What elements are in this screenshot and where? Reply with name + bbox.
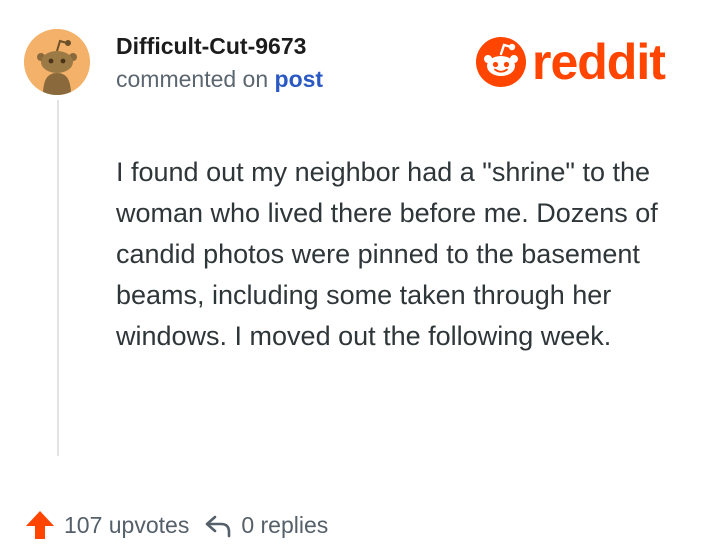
comment-body: I found out my neighbor had a "shrine" t…: [116, 157, 658, 351]
reply-count[interactable]: 0 replies: [241, 512, 328, 539]
snoo-avatar-icon: [24, 29, 90, 95]
comment-author[interactable]: Difficult-Cut-9673: [116, 33, 306, 60]
upvote-arrow-icon[interactable]: [24, 509, 56, 541]
avatar[interactable]: [24, 29, 90, 95]
upvote-count: 107 upvotes: [64, 511, 190, 538]
post-link[interactable]: post: [275, 66, 324, 92]
comment-action-text: commented on: [116, 66, 269, 92]
reddit-logo-icon: [476, 37, 526, 87]
reddit-wordmark: reddit: [532, 34, 666, 90]
comment-footer: 107 upvotes 0 replies: [24, 505, 328, 545]
thread-line: [57, 100, 59, 456]
reply-arrow-icon[interactable]: [203, 510, 233, 540]
comment-meta: commented on post: [116, 66, 323, 93]
reddit-logo: reddit: [476, 34, 666, 90]
